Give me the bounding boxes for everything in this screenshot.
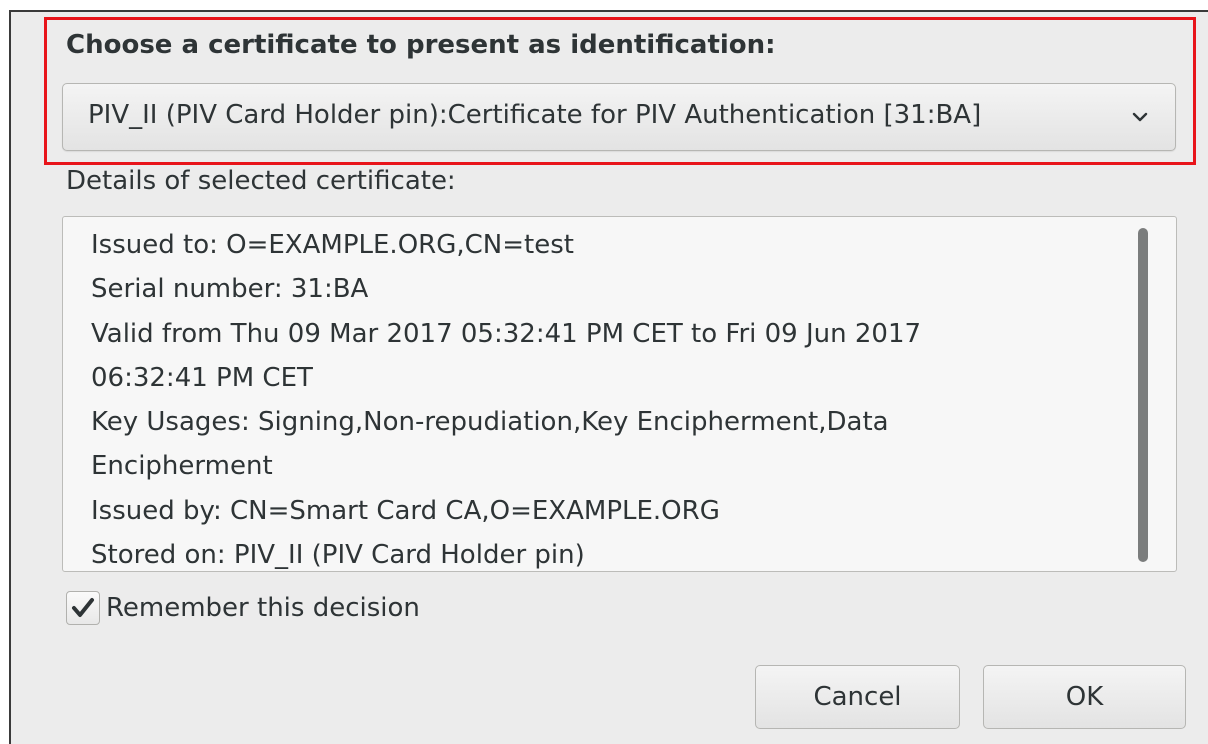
chevron-down-icon <box>1131 108 1149 126</box>
choose-certificate-label: Choose a certificate to present as ident… <box>66 30 776 60</box>
details-line: Encipherment <box>91 451 273 482</box>
details-line: Issued by: CN=Smart Card CA,O=EXAMPLE.OR… <box>91 495 720 526</box>
details-line: Serial number: 31:BA <box>91 274 369 305</box>
remember-decision-checkbox[interactable] <box>66 591 100 625</box>
certificate-select[interactable]: PIV_II (PIV Card Holder pin):Certificate… <box>62 83 1176 151</box>
certificate-details-text: Issued to: O=EXAMPLE.ORG,CN=test Serial … <box>91 223 1111 571</box>
certificate-select-value: PIV_II (PIV Card Holder pin):Certificate… <box>88 100 982 130</box>
details-line: 06:32:41 PM CET <box>91 362 313 393</box>
remember-decision-label[interactable]: Remember this decision <box>106 593 420 623</box>
details-line: Issued to: O=EXAMPLE.ORG,CN=test <box>91 230 574 260</box>
checkmark-icon <box>72 598 94 617</box>
remember-decision-row[interactable]: Remember this decision <box>66 590 420 626</box>
details-line: Key Usages: Signing,Non-repudiation,Key … <box>91 407 889 438</box>
details-line: Valid from Thu 09 Mar 2017 05:32:41 PM C… <box>91 318 922 349</box>
details-line: Stored on: PIV_II (PIV Card Holder pin) <box>91 540 585 571</box>
cancel-button[interactable]: Cancel <box>755 665 960 729</box>
ok-button[interactable]: OK <box>983 665 1186 729</box>
details-label: Details of selected certificate: <box>66 166 456 196</box>
certificate-details-view[interactable]: Issued to: O=EXAMPLE.ORG,CN=test Serial … <box>62 216 1177 572</box>
details-scrollbar[interactable] <box>1138 228 1148 562</box>
